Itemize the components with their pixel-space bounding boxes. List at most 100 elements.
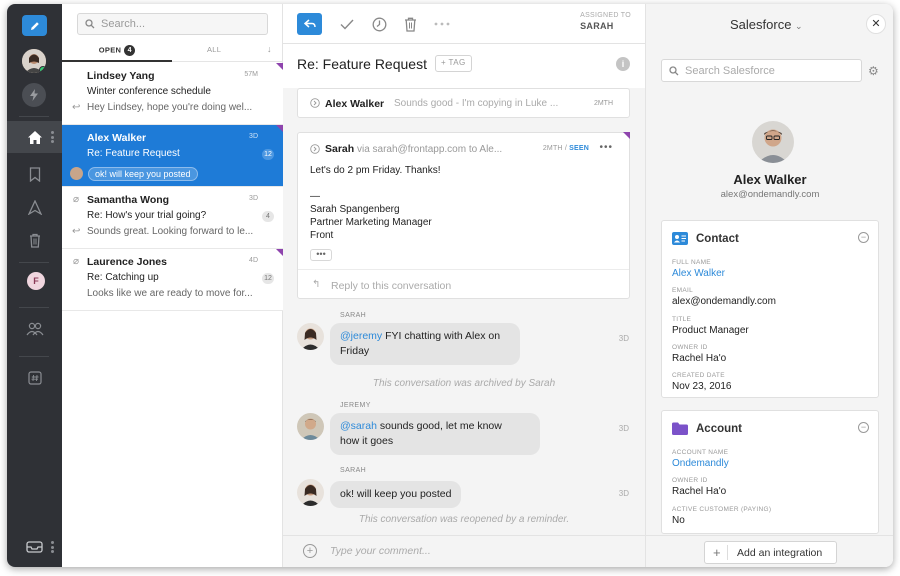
conversation-time: 3D: [249, 195, 258, 202]
hashtag-icon[interactable]: [25, 368, 45, 388]
attachment-icon: ⌀: [73, 256, 80, 267]
field-owner: Rachel Ha'o: [672, 353, 727, 364]
compose-button[interactable]: [22, 15, 47, 36]
close-panel-button[interactable]: ✕: [866, 14, 886, 34]
contact-avatar: [752, 121, 794, 163]
add-tag-button[interactable]: + TAG: [435, 55, 472, 72]
chevron-right-icon[interactable]: [310, 144, 320, 157]
add-attachment-icon[interactable]: +: [303, 544, 317, 558]
reply-arrow-icon: ↰: [312, 279, 321, 290]
conversation-time: 3D: [249, 133, 258, 140]
salesforce-panel: Salesforce ⌄ ✕ Search Salesforce ⚙ Alex …: [645, 4, 893, 567]
comment-mention[interactable]: @jeremy: [340, 330, 382, 342]
comment-author: SARAH: [340, 312, 367, 319]
comment-text: Friday: [340, 345, 370, 357]
contact-card-header: Contact: [672, 232, 739, 245]
assignee-selector[interactable]: ASSIGNED TO SARAH: [580, 12, 631, 31]
conversation-item[interactable]: ⌀ Samantha Wong 3D Re: How's your trial …: [62, 187, 283, 249]
conversation-sender: Lindsey Yang: [87, 70, 155, 82]
field-account-name[interactable]: Ondemandly: [672, 458, 729, 469]
conversation-item[interactable]: ⌀ Laurence Jones 4D Re: Catching up 12 L…: [62, 249, 283, 311]
more-actions-icon[interactable]: [432, 14, 452, 34]
info-icon[interactable]: i: [616, 57, 630, 71]
comment-text: sounds good, let me know: [376, 420, 502, 432]
reply-bar[interactable]: ↰ Reply to this conversation: [298, 269, 629, 299]
message-count-badge: 4: [262, 211, 274, 222]
message-body: Let's do 2 pm Friday. Thanks! — Sarah Sp…: [310, 164, 441, 242]
gear-icon[interactable]: ⚙: [868, 64, 879, 78]
show-quoted-button[interactable]: •••: [310, 249, 332, 261]
conversation-item[interactable]: Lindsey Yang 57M Winter conference sched…: [62, 63, 283, 125]
tab-open[interactable]: OPEN 4: [62, 42, 172, 62]
snooze-clock-icon[interactable]: [369, 14, 389, 34]
inbox-more-dots[interactable]: [51, 131, 54, 143]
chevron-right-icon: [310, 98, 320, 111]
comment-author: SARAH: [340, 467, 367, 474]
account-card: Account − ACCOUNT NAME Ondemandly OWNER …: [661, 410, 879, 534]
comment-bubble: @sarah sounds good, let me know how it go…: [330, 413, 540, 455]
tab-all[interactable]: ALL: [207, 45, 221, 54]
conversation-subject: Winter conference schedule: [87, 86, 211, 97]
bookmark-icon[interactable]: [25, 164, 45, 184]
plus-icon: +: [713, 545, 721, 560]
collapsed-message[interactable]: Alex Walker Sounds good - I'm copying in…: [297, 88, 630, 118]
message-snippet: Sounds good - I'm copying in Luke ...: [394, 98, 559, 109]
field-label: FULL NAME: [672, 259, 711, 266]
tag-corner-marker: [276, 125, 283, 132]
assigned-label: ASSIGNED TO: [580, 12, 631, 19]
conversation-list: Search... OPEN 4 ALL ↓ Lindsey Yang 57M W…: [62, 4, 283, 567]
team-icon[interactable]: [25, 319, 45, 339]
conversation-time: 4D: [249, 257, 258, 264]
conversation-item-selected[interactable]: Alex Walker 3D Re: Feature Request 12 ok…: [62, 125, 283, 187]
add-integration-button[interactable]: + Add an integration: [704, 541, 837, 564]
signature-company: Front: [310, 230, 334, 241]
tab-open-label: OPEN: [98, 45, 122, 55]
panel-header: Salesforce ⌄ ✕: [646, 4, 893, 46]
folder-icon: [672, 422, 688, 435]
nav-rail: F: [7, 4, 62, 567]
integration-selector[interactable]: Salesforce ⌄: [730, 17, 803, 32]
inbox-tray-icon[interactable]: [24, 537, 44, 557]
integration-title: Salesforce: [730, 17, 792, 32]
collapse-icon[interactable]: −: [858, 422, 869, 433]
home-icon[interactable]: [25, 127, 45, 147]
message-time: 2MTH: [593, 100, 613, 107]
conversation-subject: Re: How's your trial going?: [87, 210, 207, 221]
comment-placeholder: Type your comment...: [330, 545, 431, 557]
comment-mention[interactable]: @sarah: [340, 420, 377, 432]
archive-check-icon[interactable]: [337, 14, 357, 34]
account-card-header: Account: [672, 422, 742, 435]
reply-button[interactable]: [297, 13, 322, 35]
sarah-avatar: [297, 323, 324, 350]
user-avatar[interactable]: [22, 49, 46, 73]
comment-text: how it goes: [340, 435, 394, 447]
conversation-sender: Samantha Wong: [87, 194, 170, 206]
comment-text: ok! will keep you posted: [340, 488, 452, 500]
seen-status: SEEN: [569, 145, 589, 152]
salesforce-search-input[interactable]: Search Salesforce: [661, 59, 862, 82]
online-status-dot: [39, 66, 46, 73]
teammate-avatar-f[interactable]: F: [27, 272, 45, 290]
comment-preview-chip: ok! will keep you posted: [88, 167, 198, 181]
bolt-icon: [30, 89, 38, 101]
list-tabs: OPEN 4 ALL ↓: [62, 42, 283, 62]
conversation-view: ASSIGNED TO SARAH Re: Feature Request + …: [283, 4, 645, 567]
comment-composer[interactable]: + Type your comment...: [283, 535, 645, 567]
tray-more-dots[interactable]: [51, 541, 54, 553]
message-count-badge: 12: [262, 273, 274, 284]
field-created-date: Nov 23, 2016: [672, 381, 732, 392]
trash-icon[interactable]: [400, 14, 420, 34]
comment-bubble: ok! will keep you posted: [330, 481, 462, 508]
rules-bolt-button[interactable]: [22, 83, 46, 107]
sort-arrow-icon[interactable]: ↓: [267, 44, 272, 54]
field-label: OWNER ID: [672, 477, 708, 484]
send-icon[interactable]: [25, 197, 45, 217]
trash-icon[interactable]: [25, 230, 45, 250]
collapse-icon[interactable]: −: [858, 232, 869, 243]
search-input[interactable]: Search...: [77, 13, 268, 35]
message-more-button[interactable]: •••: [599, 142, 613, 153]
search-icon: [85, 19, 95, 29]
comment-time: 3D: [618, 424, 629, 433]
field-full-name[interactable]: Alex Walker: [672, 268, 725, 279]
rail-divider: [19, 262, 49, 263]
